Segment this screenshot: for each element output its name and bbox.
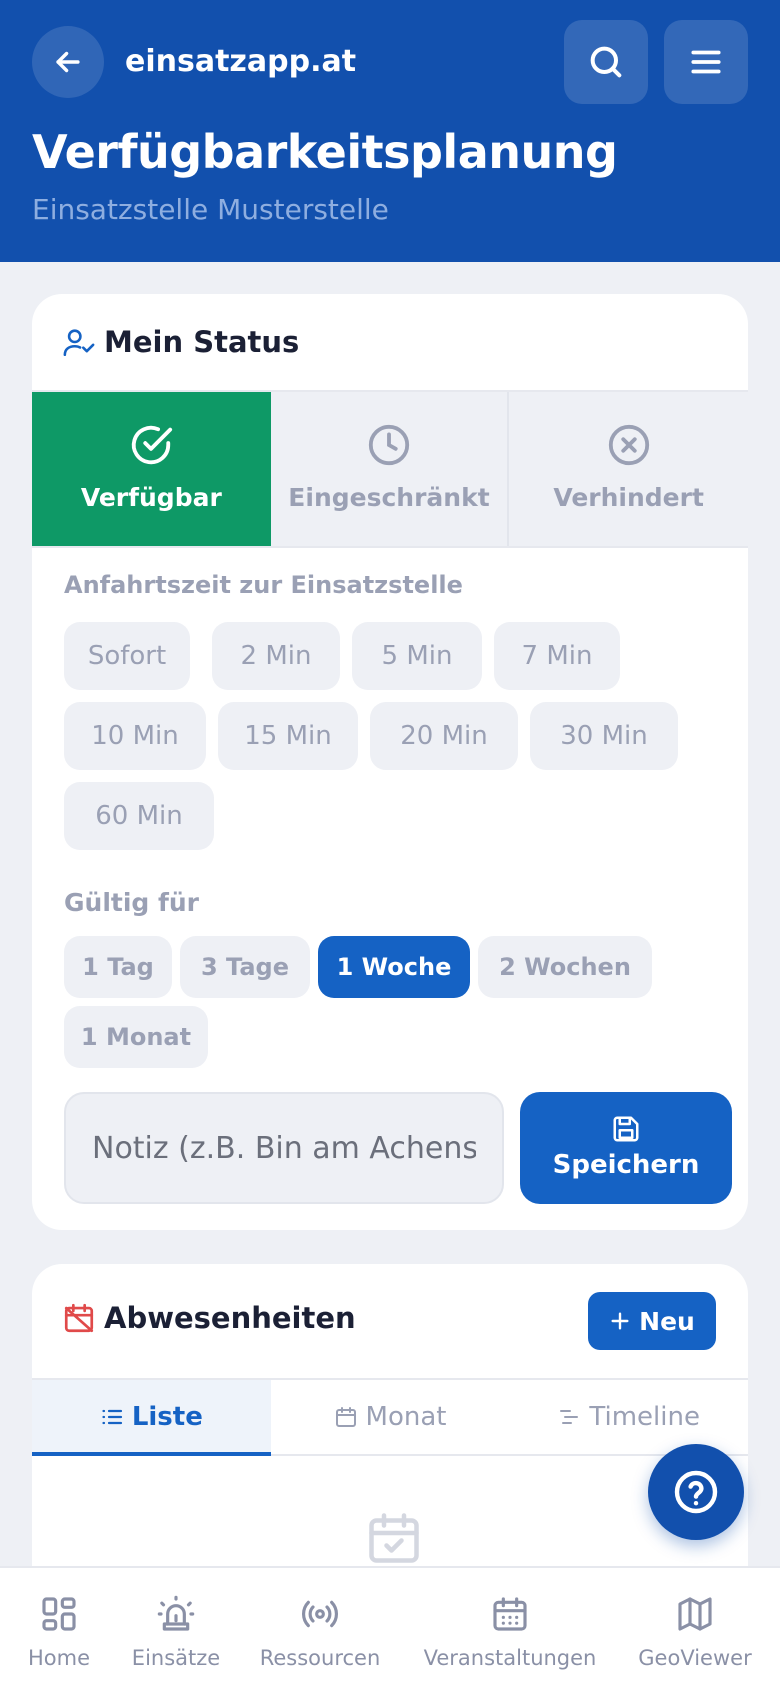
- status-option-limited[interactable]: Eingeschränkt: [270, 392, 510, 546]
- nav-label: GeoViewer: [638, 1646, 752, 1670]
- validity-chip[interactable]: 3 Tage: [180, 936, 310, 998]
- help-circle-icon: [674, 1470, 718, 1514]
- tab-month[interactable]: Monat: [271, 1380, 510, 1454]
- tab-list[interactable]: Liste: [32, 1380, 271, 1456]
- nav-home[interactable]: Home: [22, 1568, 96, 1688]
- save-icon: [613, 1116, 639, 1142]
- absence-card-title: Abwesenheiten: [104, 1301, 356, 1335]
- travel-chip[interactable]: 60 Min: [64, 782, 214, 850]
- app-header: einsatzapp.at Verfügbarkeitsplanung Eins…: [0, 0, 780, 262]
- new-absence-label: Neu: [639, 1306, 695, 1336]
- status-card-title: Mein Status: [104, 325, 300, 359]
- save-button[interactable]: Speichern: [520, 1092, 732, 1204]
- status-option-unavailable[interactable]: Verhindert: [509, 392, 748, 546]
- search-icon: [590, 46, 622, 78]
- status-option-label: Verfügbar: [80, 483, 222, 512]
- plus-icon: [611, 1312, 629, 1330]
- menu-button[interactable]: [664, 20, 748, 104]
- new-absence-button[interactable]: Neu: [588, 1292, 716, 1350]
- nav-veranstaltungen[interactable]: Veranstaltungen: [418, 1568, 602, 1688]
- nav-label: Home: [27, 1646, 90, 1670]
- status-option-label: Eingeschränkt: [288, 483, 490, 512]
- list-icon: [102, 1409, 122, 1425]
- travel-chip[interactable]: 15 Min: [218, 702, 358, 770]
- status-card-header: Mein Status: [32, 294, 748, 392]
- siren-icon: [157, 1595, 195, 1631]
- absence-view-tabs: Liste Monat Timeline: [32, 1380, 748, 1456]
- validity-chip[interactable]: 2 Wochen: [478, 936, 652, 998]
- travel-chip[interactable]: 5 Min: [352, 622, 482, 690]
- x-circle-icon: [608, 424, 649, 466]
- travel-time-label: Anfahrtszeit zur Einsatzstelle: [64, 571, 463, 599]
- validity-chip-selected[interactable]: 1 Woche: [318, 936, 470, 998]
- travel-chip[interactable]: 20 Min: [370, 702, 518, 770]
- nav-einsaetze[interactable]: Einsätze: [124, 1568, 228, 1688]
- note-input[interactable]: [64, 1092, 504, 1204]
- arrow-left-icon: [56, 51, 80, 73]
- travel-chip[interactable]: Sofort: [64, 622, 190, 690]
- hamburger-icon: [691, 50, 721, 74]
- calendar-icon: [493, 1597, 527, 1631]
- broadcast-icon: [301, 1600, 339, 1628]
- tab-label: Timeline: [589, 1402, 700, 1432]
- nav-geoviewer[interactable]: GeoViewer: [636, 1568, 754, 1688]
- validity-chip[interactable]: 1 Tag: [64, 936, 172, 998]
- timeline-icon: [560, 1410, 579, 1424]
- brand-name: einsatzapp.at: [125, 44, 357, 79]
- travel-chip[interactable]: 2 Min: [212, 622, 340, 690]
- page-title: Verfügbarkeitsplanung: [32, 125, 618, 179]
- travel-chip[interactable]: 7 Min: [494, 622, 620, 690]
- status-card: Mein Status Verfügbar Eingeschränkt Verh…: [32, 294, 748, 1230]
- clock-icon: [368, 424, 410, 466]
- tab-label: Monat: [365, 1402, 447, 1432]
- validity-chip[interactable]: 1 Monat: [64, 1006, 208, 1068]
- nav-ressourcen[interactable]: Ressourcen: [252, 1568, 388, 1688]
- map-icon: [678, 1597, 712, 1631]
- status-option-available[interactable]: Verfügbar: [32, 392, 271, 546]
- calendar-check-icon: [369, 1513, 419, 1563]
- validity-label: Gültig für: [64, 888, 200, 917]
- user-check-icon: [63, 329, 95, 357]
- check-circle-icon: [132, 425, 173, 465]
- nav-label: Veranstaltungen: [423, 1646, 597, 1670]
- search-button[interactable]: [564, 20, 648, 104]
- page-subtitle: Einsatzstelle Musterstelle: [32, 193, 389, 226]
- save-label: Speichern: [552, 1150, 700, 1180]
- back-button[interactable]: [32, 26, 104, 98]
- calendar-icon: [335, 1407, 356, 1427]
- status-selector: Verfügbar Eingeschränkt Verhindert: [32, 392, 748, 548]
- status-option-label: Verhindert: [553, 483, 704, 512]
- calendar-off-icon: [64, 1303, 94, 1333]
- nav-label: Einsätze: [131, 1646, 221, 1670]
- bottom-nav: Home Einsätze Ressourcen Veranstaltungen…: [0, 1566, 780, 1688]
- tab-timeline[interactable]: Timeline: [509, 1380, 748, 1454]
- absence-card-header: Abwesenheiten Neu: [32, 1264, 748, 1380]
- travel-chip[interactable]: 30 Min: [530, 702, 678, 770]
- grid-icon: [42, 1597, 76, 1631]
- nav-label: Ressourcen: [259, 1646, 381, 1670]
- help-fab[interactable]: [648, 1444, 744, 1540]
- tab-label: Liste: [131, 1402, 203, 1432]
- travel-chip[interactable]: 10 Min: [64, 702, 206, 770]
